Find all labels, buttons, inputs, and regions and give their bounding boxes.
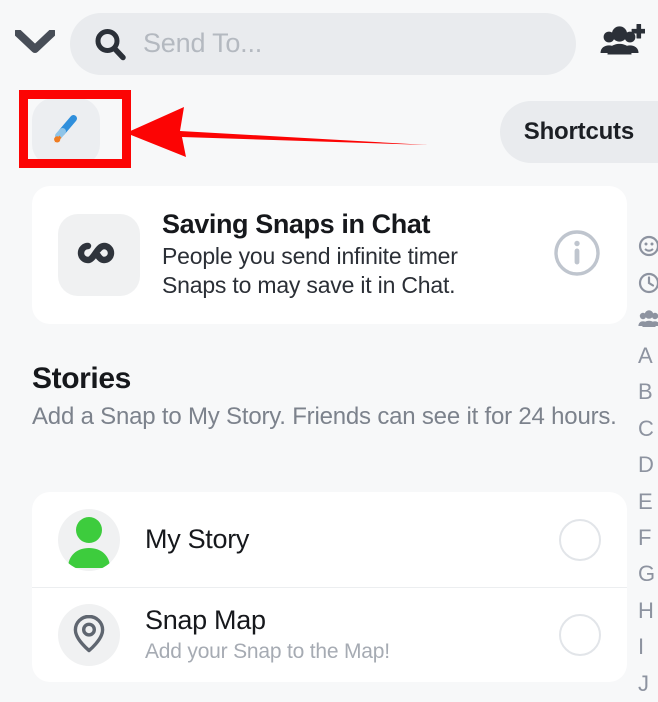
list-item-label: Snap Map — [145, 605, 266, 636]
saving-snaps-title: Saving Snaps in Chat — [162, 209, 431, 240]
stories-description: Add a Snap to My Story. Friends can see … — [32, 403, 617, 430]
strip-item-recent-clock[interactable] — [638, 264, 658, 300]
saving-snaps-subtitle: People you send infinite timer Snaps to … — [162, 242, 492, 301]
avatar — [58, 508, 120, 571]
top-bar: Send To... — [0, 0, 658, 88]
stories-list: My Story Snap Map Add your Snap to the M… — [32, 492, 627, 682]
saving-snaps-subtitle-line1: People you send infinite timer — [162, 242, 458, 269]
strip-item-letter-h[interactable]: H — [638, 593, 658, 629]
avatar — [58, 604, 120, 666]
clock-recent-icon — [638, 272, 658, 294]
person-silhouette-icon — [58, 509, 120, 571]
strip-item-letter-a[interactable]: A — [638, 337, 658, 373]
list-item-text: Snap Map Add your Snap to the Map! — [120, 605, 559, 664]
chevron-down-icon — [14, 28, 56, 59]
saving-snaps-card[interactable]: Saving Snaps in Chat People you send inf… — [32, 186, 627, 324]
group-friends-icon — [638, 309, 658, 329]
select-circle-snap-map[interactable] — [559, 614, 601, 656]
add-friends-button[interactable] — [586, 0, 658, 88]
shortcuts-button[interactable]: Shortcuts — [499, 101, 658, 163]
strip-item-letter-d[interactable]: D — [638, 447, 658, 483]
map-pin-icon — [69, 612, 109, 659]
list-item-my-story[interactable]: My Story — [32, 492, 627, 587]
stories-header: Stories Add a Snap to My Story. Friends … — [32, 362, 632, 433]
stories-title: Stories — [32, 362, 131, 395]
emoji-face-icon — [638, 235, 658, 257]
search-input-placeholder[interactable]: Send To... — [143, 29, 262, 57]
select-circle-my-story[interactable] — [559, 518, 601, 561]
strip-item-letter-c[interactable]: C — [638, 410, 658, 446]
strip-item-letter-j[interactable]: J — [638, 666, 658, 702]
infinity-icon — [75, 239, 123, 272]
action-row: Shortcuts — [0, 88, 658, 178]
saving-snaps-text: Saving Snaps in Chat People you send inf… — [140, 209, 549, 300]
strip-item-letter-i[interactable]: I — [638, 629, 658, 665]
paintbrush-icon — [46, 110, 86, 155]
info-circle-icon — [552, 228, 602, 283]
strip-item-emoji-face[interactable] — [638, 228, 658, 264]
saving-snaps-info-button[interactable] — [549, 227, 605, 283]
list-item-sublabel: Add your Snap to the Map! — [145, 640, 390, 664]
strip-item-letter-f[interactable]: F — [638, 520, 658, 556]
search-icon — [93, 27, 127, 61]
list-item-label: My Story — [145, 523, 250, 554]
strip-item-letter-e[interactable]: E — [638, 483, 658, 519]
list-item-text: My Story — [120, 524, 559, 556]
strip-item-letter-b[interactable]: B — [638, 374, 658, 410]
paintbrush-button[interactable] — [32, 98, 100, 166]
add-friends-icon — [599, 23, 647, 66]
send-to-screen: Send To... Shortcuts Saving Snaps in Cha… — [0, 0, 658, 702]
alphabet-index-strip[interactable]: A B C D E F G H I J — [638, 228, 658, 702]
strip-item-group-friends[interactable] — [638, 301, 658, 337]
saving-snaps-subtitle-line2: Snaps to may save it in Chat. — [162, 272, 456, 299]
collapse-chevron-button[interactable] — [0, 0, 70, 88]
search-bar[interactable]: Send To... — [70, 13, 576, 75]
infinity-tile — [58, 214, 140, 296]
strip-item-letter-g[interactable]: G — [638, 556, 658, 592]
list-item-snap-map[interactable]: Snap Map Add your Snap to the Map! — [32, 587, 627, 682]
